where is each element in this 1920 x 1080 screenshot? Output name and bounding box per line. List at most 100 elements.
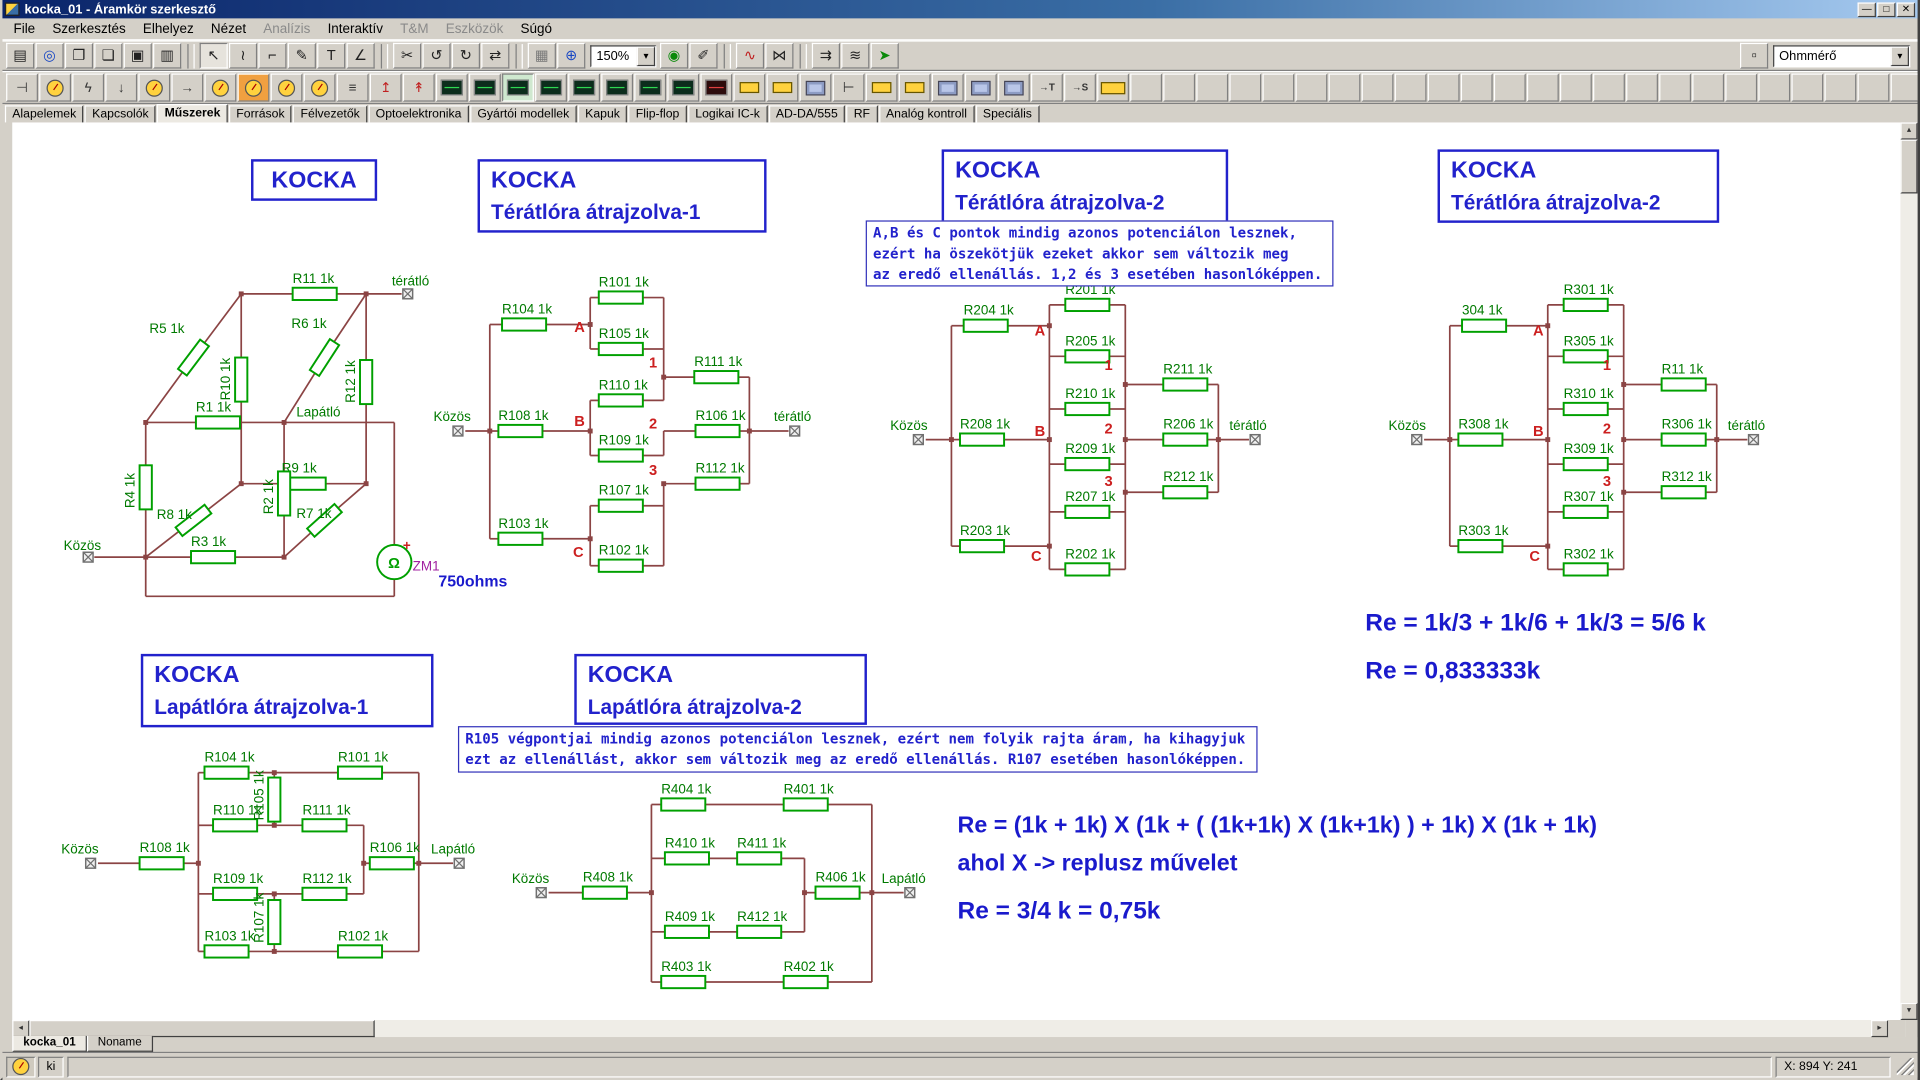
resistor-r410-1k[interactable]: R410 1k (665, 835, 715, 864)
resistor-r11-1k[interactable]: R11 1k (1662, 361, 1706, 390)
voltage-pin-button[interactable]: ⊣ (6, 73, 38, 101)
ohmmeter-button[interactable] (238, 73, 270, 101)
tab-rf[interactable]: RF (846, 105, 877, 122)
interactive-ac-button[interactable]: ≋ (841, 43, 869, 69)
ohmmeter-instrument[interactable]: Ω+ZM1750ohms (377, 538, 507, 591)
io-port[interactable] (83, 552, 93, 562)
device-c-button[interactable] (866, 73, 898, 101)
menu-file[interactable]: File (5, 20, 44, 37)
menu-szerkeszt-s[interactable]: Szerkesztés (44, 20, 135, 37)
io-port[interactable] (454, 858, 464, 868)
resistor-r8-1k[interactable]: R8 1k (157, 505, 212, 536)
resistor-r310-1k[interactable]: R310 1k (1564, 386, 1614, 415)
minimize-button[interactable]: — (1858, 2, 1876, 17)
resistor-r4-1k[interactable]: R4 1k (123, 465, 152, 509)
vertical-scroll-thumb[interactable] (1900, 140, 1917, 194)
resistor-r202-1k[interactable]: R202 1k (1065, 546, 1115, 575)
io-port[interactable] (790, 426, 800, 436)
distortion-meter-button[interactable] (700, 73, 732, 101)
resistor-r104-1k[interactable]: R104 1k (204, 750, 254, 779)
title-box-1[interactable]: KOCKA (251, 159, 377, 201)
wire[interactable] (334, 294, 366, 342)
tab-gy-rt-i-modellek[interactable]: Gyártói modellek (470, 105, 577, 122)
menu-anal-zis[interactable]: Analízis (255, 20, 319, 37)
resistor-r7-1k[interactable]: R7 1k (296, 504, 341, 537)
select-tool-button[interactable]: ↖ (200, 43, 228, 69)
resistor-r103-1k[interactable]: R103 1k (204, 928, 254, 957)
zoom-level-select-dropdown-icon[interactable]: ▾ (637, 46, 655, 66)
display-2-button[interactable] (932, 73, 964, 101)
wire[interactable] (284, 533, 311, 557)
signal-analyzer-button[interactable] (502, 73, 534, 101)
resistor-r401-1k[interactable]: R401 1k (784, 781, 834, 810)
voltmeter-button[interactable] (39, 73, 71, 101)
resistor-r207-1k[interactable]: R207 1k (1065, 489, 1115, 518)
pencil-tool-button[interactable]: ✎ (288, 43, 316, 69)
wire[interactable] (338, 484, 366, 508)
cut-button[interactable]: ✂ (393, 43, 421, 69)
wire-tool-button[interactable]: ⌐ (258, 43, 286, 69)
resistor-r106-1k[interactable]: R106 1k (370, 840, 420, 869)
menu-t-m[interactable]: T&M (392, 20, 438, 37)
display-1-button[interactable] (800, 73, 832, 101)
zoom-window-button[interactable]: ◎ (36, 43, 64, 69)
formula-text-1[interactable]: Re = 1k/3 + 1k/6 + 1k/3 = 5/6 k (1365, 610, 1705, 638)
title-box-3[interactable]: KOCKATérátlóra átrajzolva-2 (942, 149, 1229, 222)
wire[interactable] (146, 531, 179, 557)
signal-pin-button[interactable]: → (171, 73, 203, 101)
resistor-r5-1k[interactable]: R5 1k (149, 321, 209, 375)
tab-anal-g-kontroll[interactable]: Analóg kontroll (879, 105, 975, 122)
tab-f-lvezet-k[interactable]: Félvezetők (293, 105, 367, 122)
resistor-r107-1k[interactable]: R107 1k (251, 892, 280, 944)
tab-forr-sok[interactable]: Források (229, 105, 292, 122)
menu-n-zet[interactable]: Nézet (202, 20, 254, 37)
resistor-r101-1k[interactable]: R101 1k (338, 750, 388, 779)
resistor-r105-1k[interactable]: R105 1k (599, 326, 649, 355)
formula-text-4[interactable]: ahol X -> replusz művelet (958, 851, 1238, 878)
resistor-r108-1k[interactable]: R108 1k (498, 408, 548, 437)
multimeter-button[interactable] (271, 73, 303, 101)
grid-toggle-button[interactable]: ▦ (528, 43, 556, 69)
tab-flip-flop[interactable]: Flip-flop (628, 105, 686, 122)
resize-grip[interactable] (1897, 1058, 1914, 1075)
wire[interactable] (146, 372, 183, 422)
schematic-canvas[interactable]: R11 1kR1 1kR3 1kR9 1kR4 1kR2 1kR10 1kR12… (12, 122, 1905, 1020)
resistor-r108-1k[interactable]: R108 1k (140, 840, 190, 869)
active-instrument-button[interactable] (6, 1056, 35, 1077)
io-port[interactable] (453, 426, 463, 436)
resistor-r212-1k[interactable]: R212 1k (1163, 469, 1213, 498)
note-box-1[interactable]: A,B és C pontok mindig azonos potenciálo… (866, 220, 1334, 286)
signal-generator-button[interactable] (634, 73, 666, 101)
resistor-r12-1k[interactable]: R12 1k (343, 360, 372, 404)
resistor-r203-1k[interactable]: R203 1k (960, 523, 1010, 552)
formula-text-3[interactable]: Re = (1k + 1k) X (1k + ( (1k+1k) X (1k+1… (958, 813, 1598, 840)
to-t-button[interactable]: →T (1031, 73, 1063, 101)
resistor-r306-1k[interactable]: R306 1k (1662, 417, 1712, 446)
resistor-r402-1k[interactable]: R402 1k (784, 959, 834, 988)
xy-plotter-button[interactable] (469, 73, 501, 101)
io-port[interactable] (905, 888, 915, 898)
copy-button[interactable]: ▣ (124, 43, 152, 69)
device-a-button[interactable] (733, 73, 765, 101)
resistor-r101-1k[interactable]: R101 1k (599, 275, 649, 304)
resistor-r102-1k[interactable]: R102 1k (338, 928, 388, 957)
tab-alapelemek[interactable]: Alapelemek (5, 105, 84, 122)
resistor-r409-1k[interactable]: R409 1k (665, 909, 715, 938)
interactive-dc-button[interactable]: ⇉ (812, 43, 840, 69)
io-port[interactable] (1412, 435, 1422, 445)
maximize-button[interactable]: □ (1877, 2, 1895, 17)
dc-ac-indicator-button[interactable]: ◉ (660, 43, 688, 69)
io-port[interactable] (913, 435, 923, 445)
formula-text-5[interactable]: Re = 3/4 k = 0,75k (958, 898, 1161, 926)
resistor-r408-1k[interactable]: R408 1k (583, 870, 633, 899)
probe-out-button[interactable]: ⊢ (833, 73, 865, 101)
instrument-select-dropdown-icon[interactable]: ▾ (1891, 46, 1909, 66)
document-tab-kocka-01[interactable]: kocka_01 (12, 1036, 86, 1052)
title-box-6[interactable]: KOCKALapátlóra átrajzolva-2 (574, 654, 867, 725)
resistor-r411-1k[interactable]: R411 1k (737, 835, 786, 864)
resistor-r204-1k[interactable]: R204 1k (964, 303, 1014, 332)
data-recorder-button[interactable] (667, 73, 699, 101)
resistor-r110-1k[interactable]: R110 1k (599, 377, 648, 406)
resistor-r208-1k[interactable]: R208 1k (960, 417, 1010, 446)
resistor-r209-1k[interactable]: R209 1k (1065, 441, 1115, 470)
